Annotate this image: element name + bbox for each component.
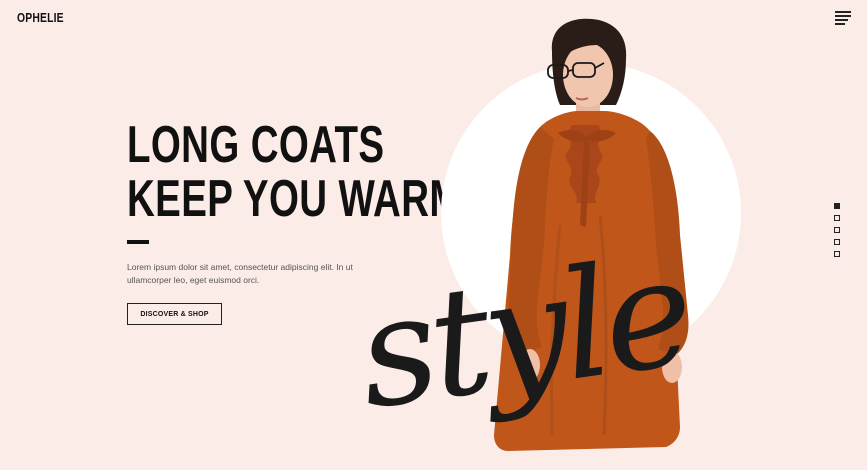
headline-line-2: KEEP YOU WARM (127, 170, 462, 228)
slide-dot-1[interactable] (834, 203, 840, 209)
slide-dot-2[interactable] (834, 215, 840, 221)
style-script-graphic: style (360, 240, 698, 430)
slider-pagination (834, 203, 840, 263)
discover-shop-button[interactable]: DISCOVER & SHOP (127, 303, 222, 325)
headline-divider (127, 240, 149, 244)
hero-description: Lorem ipsum dolor sit amet, consectetur … (127, 261, 377, 287)
description-line-1: Lorem ipsum dolor sit amet, consectetur … (127, 262, 353, 272)
hamburger-menu-icon[interactable] (835, 11, 851, 25)
description-line-2: ullamcorper leo, eget euismod orci. (127, 275, 260, 285)
slide-dot-5[interactable] (834, 251, 840, 257)
script-word-text: style (360, 240, 698, 430)
hero-headline: LONG COATS KEEP YOU WARM (127, 116, 462, 228)
brand-logo[interactable]: OPHELIE (17, 10, 64, 25)
slide-dot-3[interactable] (834, 227, 840, 233)
slide-dot-4[interactable] (834, 239, 840, 245)
headline-line-1: LONG COATS (127, 116, 385, 174)
